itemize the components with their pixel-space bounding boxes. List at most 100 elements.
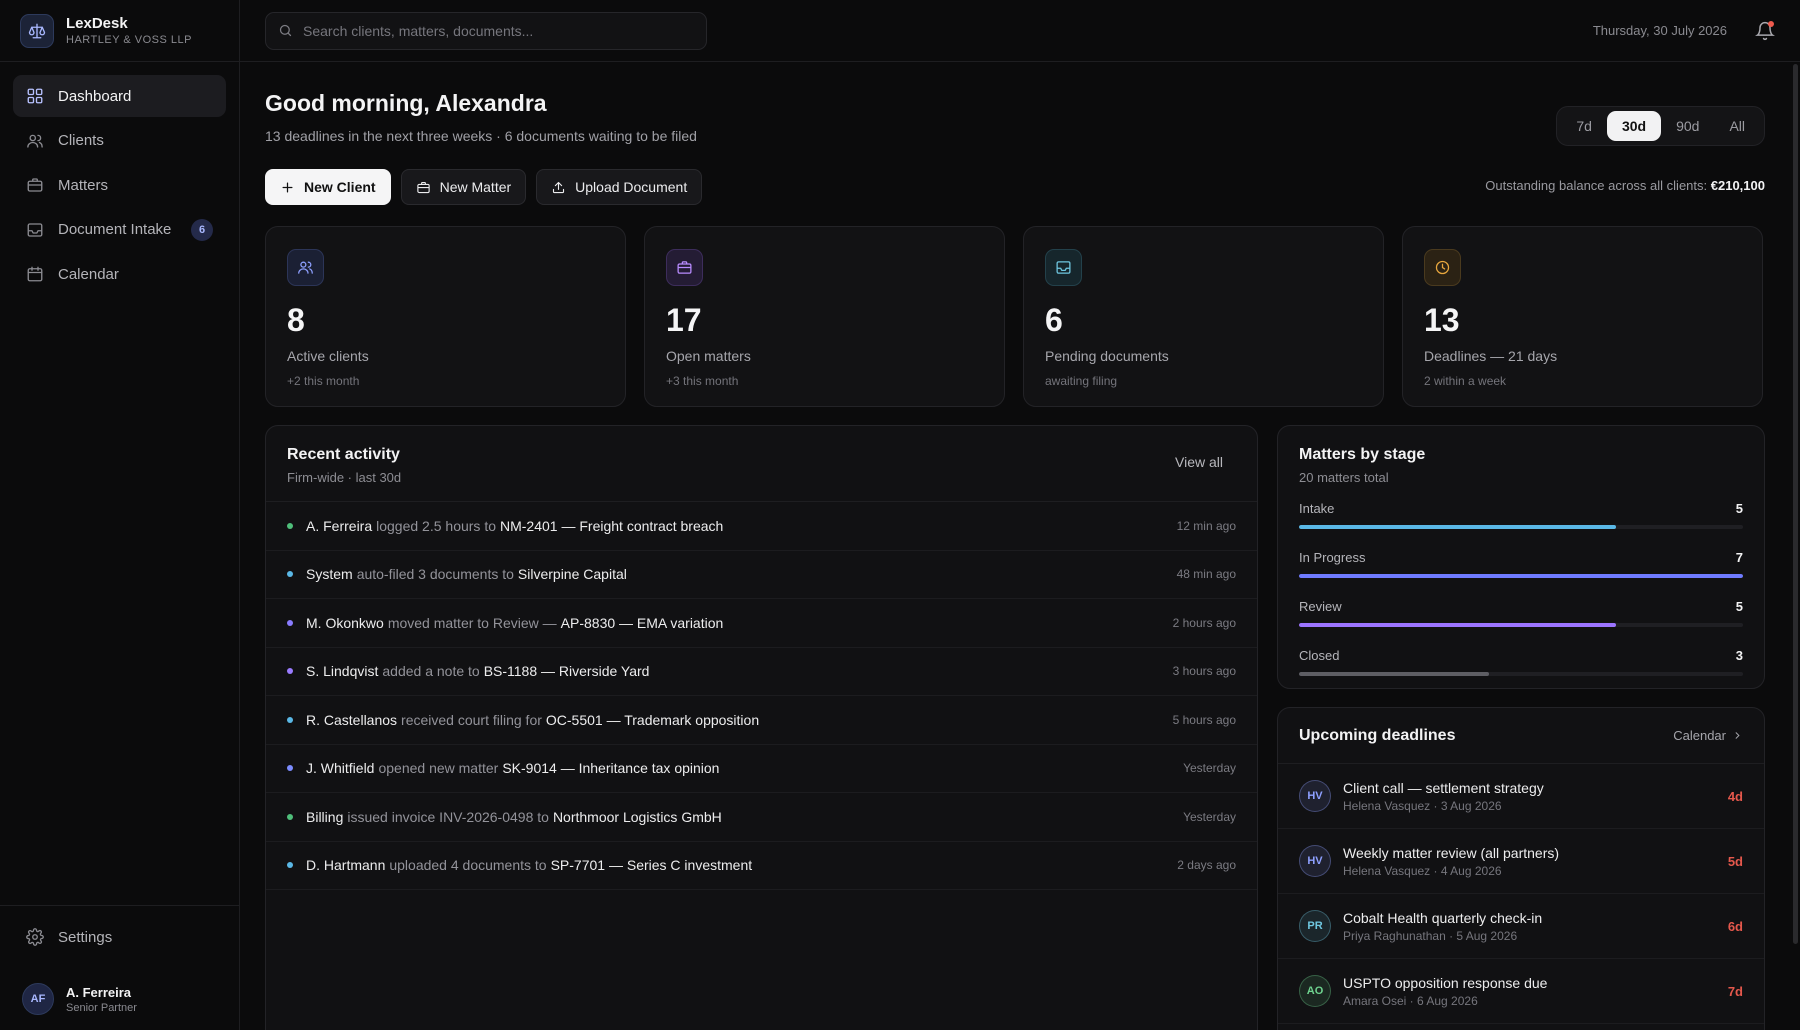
activity-target[interactable]: BS-1188 — Riverside Yard: [484, 663, 650, 679]
sidebar-item-label: Document Intake: [58, 221, 172, 238]
activity-verb: auto-filed 3 documents to: [356, 566, 514, 583]
stat-card-open-matters[interactable]: 17 Open matters +3 this month: [644, 226, 1005, 407]
user-profile[interactable]: AF A. Ferreira Senior Partner: [0, 968, 239, 1030]
activity-actor: M. Okonkwo: [306, 614, 384, 631]
page-scrollbar[interactable]: [1793, 64, 1798, 944]
days-remaining-badge: 5d: [1727, 853, 1743, 869]
activity-actor: A. Ferreira: [306, 517, 373, 534]
matters-by-stage-card: Matters by stage 20 matters total Intake…: [1277, 425, 1765, 689]
stat-label: Pending documents: [1045, 348, 1169, 364]
stage-label: In Progress: [1299, 550, 1366, 565]
briefcase-icon: [26, 176, 44, 194]
new-client-button[interactable]: New Client: [265, 169, 391, 205]
activity-time: 3 hours ago: [1172, 664, 1236, 679]
users-icon: [287, 249, 324, 286]
stage-bar-track: [1299, 623, 1743, 627]
deadline-meta: Amara Osei · 6 Aug 2026: [1343, 993, 1478, 1008]
sidebar: LexDesk HARTLEY & VOSS LLP Dashboard Cli…: [0, 0, 240, 1030]
briefcase-icon: [666, 249, 703, 286]
activity-row[interactable]: J. Whitfield opened new matter SK-9014 —…: [266, 745, 1257, 793]
sidebar-item-matters[interactable]: Matters: [13, 164, 226, 206]
stage-bar-fill: [1299, 574, 1743, 578]
sidebar-item-document-intake[interactable]: Document Intake 6: [13, 209, 226, 251]
deadline-meta: Helena Vasquez · 3 Aug 2026: [1343, 798, 1502, 813]
stage-row-closed[interactable]: Closed 3: [1299, 648, 1743, 676]
activity-row[interactable]: D. Hartmann uploaded 4 documents to SP-7…: [266, 842, 1257, 890]
deadline-row[interactable]: HV Weekly matter review (all partners) H…: [1278, 829, 1764, 894]
activity-verb: issued invoice INV-2026-0498 to: [347, 808, 549, 825]
settings-button[interactable]: Settings: [0, 906, 239, 968]
stage-row-intake[interactable]: Intake 5: [1299, 501, 1743, 529]
activity-target[interactable]: SP-7701 — Series C investment: [551, 857, 753, 873]
brand-name: LexDesk: [66, 15, 128, 32]
calendar-link-label: Calendar: [1673, 728, 1726, 743]
notifications-button[interactable]: [1755, 20, 1775, 41]
new-matter-button[interactable]: New Matter: [400, 169, 527, 205]
activity-target[interactable]: Northmoor Logistics GmbH: [553, 809, 722, 825]
activity-row[interactable]: System auto-filed 3 documents to Silverp…: [266, 551, 1257, 599]
upload-document-label: Upload Document: [575, 179, 688, 195]
sidebar-item-clients[interactable]: Clients: [13, 120, 226, 162]
stat-label: Open matters: [666, 348, 751, 364]
activity-target[interactable]: AP-8830 — EMA variation: [561, 615, 724, 631]
activity-row[interactable]: M. Okonkwo moved matter to Review — AP-8…: [266, 599, 1257, 648]
stat-sublabel: awaiting filing: [1045, 374, 1118, 388]
activity-target[interactable]: SK-9014 — Inheritance tax opinion: [502, 760, 719, 776]
activity-subtitle: Firm-wide · last 30d: [287, 470, 402, 485]
search-input[interactable]: [303, 22, 694, 39]
activity-verb: added a note to: [382, 663, 480, 680]
view-all-link[interactable]: View all: [1175, 454, 1223, 470]
activity-actor: R. Castellanos: [306, 711, 398, 728]
activity-row[interactable]: S. Lindqvist added a note to BS-1188 — R…: [266, 648, 1257, 696]
sidebar-item-calendar[interactable]: Calendar: [13, 253, 226, 295]
balance-value: €210,100: [1710, 178, 1765, 193]
stat-card-deadlines[interactable]: 13 Deadlines — 21 days 2 within a week: [1402, 226, 1763, 407]
calendar-link[interactable]: Calendar: [1673, 728, 1743, 743]
deadline-title: Client call — settlement strategy: [1343, 779, 1544, 796]
activity-target[interactable]: OC-5501 — Trademark opposition: [546, 712, 759, 728]
activity-row[interactable]: R. Castellanos received court filing for…: [266, 696, 1257, 745]
activity-row[interactable]: A. Ferreira logged 2.5 hours to NM-2401 …: [266, 502, 1257, 551]
deadlines-title: Upcoming deadlines: [1299, 726, 1456, 744]
status-dot: [287, 765, 293, 772]
stage-bar-fill: [1299, 623, 1617, 627]
activity-verb: opened new matter: [378, 760, 499, 777]
activity-row[interactable]: Billing issued invoice INV-2026-0498 to …: [266, 793, 1257, 842]
brand[interactable]: LexDesk HARTLEY & VOSS LLP: [0, 0, 239, 62]
sidebar-footer: Settings AF A. Ferreira Senior Partner: [0, 905, 239, 1030]
activity-time: 5 hours ago: [1172, 712, 1236, 727]
sidebar-item-label: Dashboard: [58, 87, 132, 105]
days-remaining-badge: 4d: [1727, 788, 1743, 804]
action-bar: New Client New Matter Upload Document: [265, 169, 703, 205]
range-90d-button[interactable]: 90d: [1661, 111, 1714, 141]
page-subtitle: 13 deadlines in the next three weeks · 6…: [265, 128, 697, 144]
stage-bar-fill: [1299, 672, 1490, 676]
stage-row-review[interactable]: Review 5: [1299, 599, 1743, 627]
activity-target[interactable]: NM-2401 — Freight contract breach: [500, 518, 723, 534]
sidebar-item-label: Clients: [58, 132, 104, 149]
deadline-row[interactable]: AO USPTO opposition response due Amara O…: [1278, 959, 1764, 1024]
sidebar-item-dashboard[interactable]: Dashboard: [13, 75, 226, 117]
new-client-label: New Client: [304, 179, 376, 195]
stage-row-in-progress[interactable]: In Progress 7: [1299, 550, 1743, 578]
range-all-button[interactable]: All: [1714, 111, 1760, 141]
settings-label: Settings: [58, 928, 113, 946]
avatar: PR: [1299, 910, 1331, 942]
deadline-row[interactable]: PR Cobalt Health quarterly check-in Priy…: [1278, 894, 1764, 959]
search-icon: [278, 23, 293, 38]
activity-actor: S. Lindqvist: [306, 663, 379, 680]
user-name: A. Ferreira: [66, 984, 132, 1000]
stat-label: Active clients: [287, 348, 369, 364]
stat-card-active-clients[interactable]: 8 Active clients +2 this month: [265, 226, 626, 407]
deadline-row[interactable]: HV Client call — settlement strategy Hel…: [1278, 764, 1764, 829]
range-7d-button[interactable]: 7d: [1561, 111, 1607, 141]
stat-card-pending-documents[interactable]: 6 Pending documents awaiting filing: [1023, 226, 1384, 407]
stage-count: 5: [1735, 599, 1743, 614]
activity-target[interactable]: Silverpine Capital: [518, 566, 627, 582]
search-box[interactable]: [265, 11, 707, 50]
upload-document-button[interactable]: Upload Document: [536, 169, 703, 205]
range-30d-button[interactable]: 30d: [1606, 111, 1662, 141]
activity-time: 2 days ago: [1177, 858, 1236, 873]
status-dot: [287, 619, 293, 626]
stage-bar-track: [1299, 525, 1743, 529]
